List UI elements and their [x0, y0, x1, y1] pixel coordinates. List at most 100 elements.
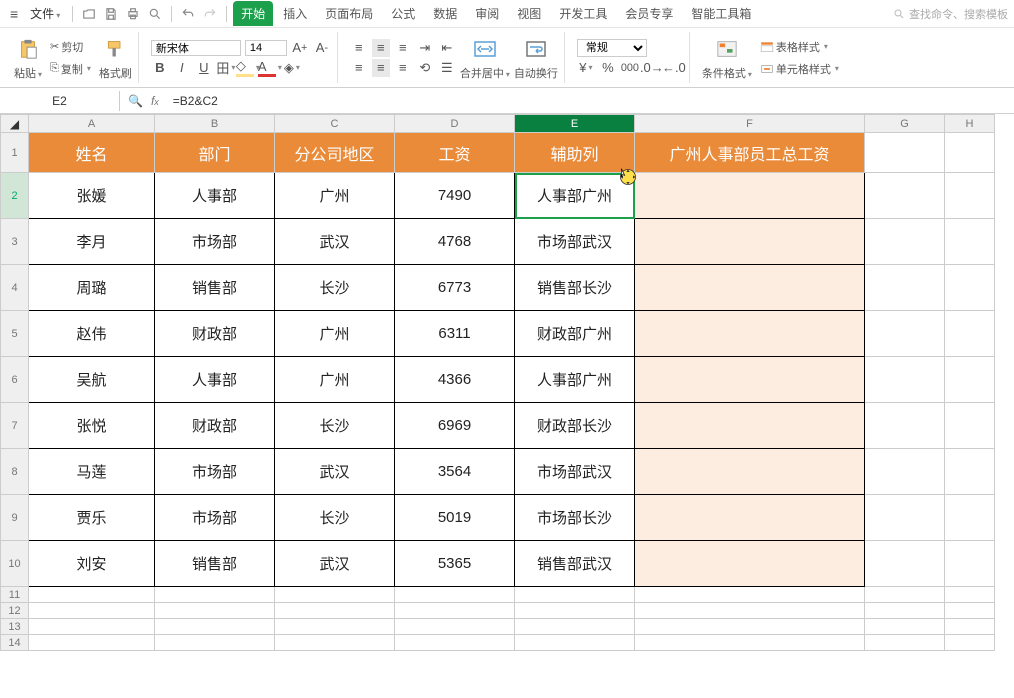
cell[interactable] — [865, 219, 945, 265]
cell[interactable] — [395, 619, 515, 635]
cell[interactable] — [865, 587, 945, 603]
col-header[interactable]: E — [515, 115, 635, 133]
cell[interactable] — [945, 311, 995, 357]
cell[interactable] — [865, 133, 945, 173]
cell[interactable] — [155, 587, 275, 603]
cell[interactable] — [865, 265, 945, 311]
cell[interactable]: 长沙 — [275, 495, 395, 541]
cell[interactable] — [865, 541, 945, 587]
cell[interactable] — [395, 587, 515, 603]
cell[interactable]: 广州 — [275, 173, 395, 219]
cell[interactable] — [635, 357, 865, 403]
cell[interactable]: 6773 — [395, 265, 515, 311]
cell[interactable] — [635, 495, 865, 541]
cell[interactable] — [29, 619, 155, 635]
redo-icon[interactable] — [200, 4, 220, 24]
cell[interactable]: 4366 — [395, 357, 515, 403]
align-top-icon[interactable]: ≡ — [350, 39, 368, 57]
cell[interactable]: 市场部 — [155, 219, 275, 265]
tab-data[interactable]: 数据 — [425, 1, 465, 26]
underline-icon[interactable]: U — [195, 59, 213, 77]
cell[interactable] — [945, 219, 995, 265]
cell[interactable] — [865, 619, 945, 635]
fx-icon[interactable]: fx — [151, 94, 159, 108]
open-icon[interactable] — [79, 4, 99, 24]
col-header[interactable]: C — [275, 115, 395, 133]
cell[interactable] — [635, 219, 865, 265]
cell[interactable] — [945, 619, 995, 635]
name-box[interactable]: E2 — [0, 91, 120, 111]
cell[interactable]: 广州 — [275, 311, 395, 357]
tab-formula[interactable]: 公式 — [383, 1, 423, 26]
row-header[interactable]: 10 — [1, 541, 29, 587]
tab-smart[interactable]: 智能工具箱 — [683, 1, 759, 26]
cell[interactable] — [945, 495, 995, 541]
cell[interactable] — [865, 173, 945, 219]
table-header[interactable]: 辅助列 — [515, 133, 635, 173]
cell[interactable]: 武汉 — [275, 219, 395, 265]
cell[interactable] — [945, 265, 995, 311]
cell[interactable] — [865, 495, 945, 541]
cell[interactable]: 李月 — [29, 219, 155, 265]
cell[interactable]: 马莲 — [29, 449, 155, 495]
font-name-combo[interactable] — [151, 40, 241, 56]
cell[interactable]: 销售部长沙 — [515, 265, 635, 311]
cut-button[interactable]: ✂ 剪切 — [46, 37, 95, 57]
cell[interactable] — [29, 603, 155, 619]
cell[interactable] — [945, 173, 995, 219]
table-header[interactable]: 广州人事部员工总工资 — [635, 133, 865, 173]
orient-icon[interactable]: ⟲ — [416, 59, 434, 77]
align-right-icon[interactable]: ≡ — [394, 59, 412, 77]
cell[interactable]: 财政部 — [155, 403, 275, 449]
cell[interactable] — [515, 603, 635, 619]
merge-icon[interactable] — [471, 35, 499, 63]
cell[interactable] — [395, 603, 515, 619]
table-header[interactable]: 姓名 — [29, 133, 155, 173]
cell[interactable]: 3564 — [395, 449, 515, 495]
merge-label[interactable]: 合并居中 — [460, 65, 510, 81]
formula-input[interactable]: =B2&C2 — [167, 91, 1014, 111]
row-header[interactable]: 11 — [1, 587, 29, 603]
app-menu-icon[interactable]: ≡ — [6, 6, 22, 22]
row-header[interactable]: 8 — [1, 449, 29, 495]
cell[interactable] — [945, 133, 995, 173]
cell[interactable]: 7490 — [395, 173, 515, 219]
decrease-font-icon[interactable]: A- — [313, 39, 331, 57]
tab-member[interactable]: 会员专享 — [617, 1, 681, 26]
row-header[interactable]: 4 — [1, 265, 29, 311]
table-header[interactable]: 部门 — [155, 133, 275, 173]
cell[interactable]: 吴航 — [29, 357, 155, 403]
dec-decimal-icon[interactable]: ←.0 — [665, 59, 683, 77]
cell[interactable]: 武汉 — [275, 541, 395, 587]
cell[interactable]: 市场部武汉 — [515, 449, 635, 495]
cell[interactable] — [945, 357, 995, 403]
cell[interactable] — [635, 403, 865, 449]
cond-format-icon[interactable] — [713, 35, 741, 63]
align-bottom-icon[interactable]: ≡ — [394, 39, 412, 57]
currency-icon[interactable]: ¥ — [577, 59, 595, 77]
cell[interactable]: 销售部 — [155, 265, 275, 311]
cell[interactable] — [635, 635, 865, 651]
inc-decimal-icon[interactable]: .0→ — [643, 59, 661, 77]
row-header[interactable]: 2 — [1, 173, 29, 219]
col-header[interactable]: B — [155, 115, 275, 133]
tab-dev[interactable]: 开发工具 — [551, 1, 615, 26]
cell[interactable] — [29, 635, 155, 651]
col-header[interactable]: H — [945, 115, 995, 133]
cell[interactable]: 周璐 — [29, 265, 155, 311]
cell[interactable]: 长沙 — [275, 403, 395, 449]
row-header[interactable]: 6 — [1, 357, 29, 403]
cell[interactable] — [865, 449, 945, 495]
cell[interactable]: 4768 — [395, 219, 515, 265]
highlight-icon[interactable]: ◈ — [283, 59, 301, 77]
cell[interactable]: 6311 — [395, 311, 515, 357]
print-icon[interactable] — [123, 4, 143, 24]
cell[interactable]: 贾乐 — [29, 495, 155, 541]
wrap-icon[interactable] — [522, 35, 550, 63]
spreadsheet[interactable]: ◢ A B C D E F G H 1 姓名 部门 分公司地区 工资 辅助列 广… — [0, 114, 1014, 651]
indent-dec-icon[interactable]: ⇤ — [438, 39, 456, 57]
number-format-combo[interactable]: 常规 — [577, 39, 647, 57]
tab-review[interactable]: 审阅 — [467, 1, 507, 26]
font-size-combo[interactable] — [245, 40, 287, 56]
percent-icon[interactable]: % — [599, 59, 617, 77]
